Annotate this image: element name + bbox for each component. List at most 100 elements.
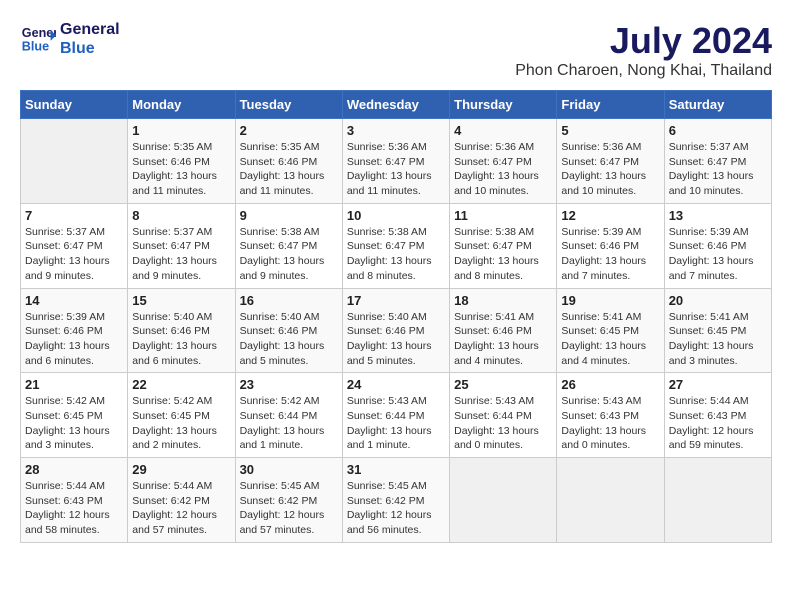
- day-number: 22: [132, 377, 230, 392]
- title-section: July 2024 Phon Charoen, Nong Khai, Thail…: [515, 20, 772, 80]
- weekday-header: Tuesday: [235, 91, 342, 119]
- day-number: 14: [25, 293, 123, 308]
- calendar-cell: 27 Sunrise: 5:44 AMSunset: 6:43 PMDayligh…: [664, 373, 771, 458]
- calendar-cell: 21 Sunrise: 5:42 AMSunset: 6:45 PMDayligh…: [21, 373, 128, 458]
- calendar-cell: 30 Sunrise: 5:45 AMSunset: 6:42 PMDayligh…: [235, 458, 342, 543]
- day-info: Sunrise: 5:36 AMSunset: 6:47 PMDaylight:…: [454, 140, 552, 199]
- calendar-cell: 20 Sunrise: 5:41 AMSunset: 6:45 PMDayligh…: [664, 288, 771, 373]
- day-info: Sunrise: 5:40 AMSunset: 6:46 PMDaylight:…: [240, 310, 338, 369]
- calendar-week-row: 14 Sunrise: 5:39 AMSunset: 6:46 PMDayligh…: [21, 288, 772, 373]
- day-number: 12: [561, 208, 659, 223]
- calendar-cell: 4 Sunrise: 5:36 AMSunset: 6:47 PMDaylight…: [450, 119, 557, 204]
- day-info: Sunrise: 5:37 AMSunset: 6:47 PMDaylight:…: [25, 225, 123, 284]
- day-number: 20: [669, 293, 767, 308]
- logo-blue: Blue: [60, 39, 120, 58]
- calendar-cell: 26 Sunrise: 5:43 AMSunset: 6:43 PMDayligh…: [557, 373, 664, 458]
- weekday-header: Monday: [128, 91, 235, 119]
- calendar-table: SundayMondayTuesdayWednesdayThursdayFrid…: [20, 90, 772, 543]
- logo-icon: General Blue: [20, 21, 56, 57]
- calendar-cell: 5 Sunrise: 5:36 AMSunset: 6:47 PMDaylight…: [557, 119, 664, 204]
- day-number: 3: [347, 123, 445, 138]
- day-info: Sunrise: 5:42 AMSunset: 6:45 PMDaylight:…: [132, 394, 230, 453]
- calendar-week-row: 21 Sunrise: 5:42 AMSunset: 6:45 PMDayligh…: [21, 373, 772, 458]
- day-info: Sunrise: 5:35 AMSunset: 6:46 PMDaylight:…: [240, 140, 338, 199]
- day-info: Sunrise: 5:39 AMSunset: 6:46 PMDaylight:…: [561, 225, 659, 284]
- calendar-cell: [664, 458, 771, 543]
- calendar-cell: 12 Sunrise: 5:39 AMSunset: 6:46 PMDayligh…: [557, 203, 664, 288]
- day-number: 25: [454, 377, 552, 392]
- svg-text:Blue: Blue: [22, 40, 49, 54]
- day-info: Sunrise: 5:42 AMSunset: 6:44 PMDaylight:…: [240, 394, 338, 453]
- day-number: 30: [240, 462, 338, 477]
- day-info: Sunrise: 5:44 AMSunset: 6:43 PMDaylight:…: [25, 479, 123, 538]
- day-number: 13: [669, 208, 767, 223]
- day-number: 7: [25, 208, 123, 223]
- month-title: July 2024: [515, 20, 772, 62]
- calendar-cell: 10 Sunrise: 5:38 AMSunset: 6:47 PMDayligh…: [342, 203, 449, 288]
- day-info: Sunrise: 5:37 AMSunset: 6:47 PMDaylight:…: [669, 140, 767, 199]
- day-number: 15: [132, 293, 230, 308]
- calendar-cell: 28 Sunrise: 5:44 AMSunset: 6:43 PMDayligh…: [21, 458, 128, 543]
- day-info: Sunrise: 5:38 AMSunset: 6:47 PMDaylight:…: [454, 225, 552, 284]
- day-number: 31: [347, 462, 445, 477]
- day-number: 2: [240, 123, 338, 138]
- calendar-cell: 1Sunrise: 5:35 AMSunset: 6:46 PMDaylight…: [128, 119, 235, 204]
- day-number: 29: [132, 462, 230, 477]
- day-info: Sunrise: 5:39 AMSunset: 6:46 PMDaylight:…: [669, 225, 767, 284]
- calendar-cell: 6Sunrise: 5:37 AMSunset: 6:47 PMDaylight…: [664, 119, 771, 204]
- calendar-week-row: 28 Sunrise: 5:44 AMSunset: 6:43 PMDayligh…: [21, 458, 772, 543]
- weekday-header: Wednesday: [342, 91, 449, 119]
- day-info: Sunrise: 5:43 AMSunset: 6:43 PMDaylight:…: [561, 394, 659, 453]
- day-info: Sunrise: 5:38 AMSunset: 6:47 PMDaylight:…: [347, 225, 445, 284]
- day-number: 10: [347, 208, 445, 223]
- day-number: 24: [347, 377, 445, 392]
- calendar-cell: 31 Sunrise: 5:45 AMSunset: 6:42 PMDayligh…: [342, 458, 449, 543]
- day-info: Sunrise: 5:39 AMSunset: 6:46 PMDaylight:…: [25, 310, 123, 369]
- day-info: Sunrise: 5:44 AMSunset: 6:43 PMDaylight:…: [669, 394, 767, 453]
- day-info: Sunrise: 5:41 AMSunset: 6:45 PMDaylight:…: [669, 310, 767, 369]
- day-info: Sunrise: 5:42 AMSunset: 6:45 PMDaylight:…: [25, 394, 123, 453]
- day-number: 26: [561, 377, 659, 392]
- calendar-cell: [21, 119, 128, 204]
- calendar-cell: 11 Sunrise: 5:38 AMSunset: 6:47 PMDayligh…: [450, 203, 557, 288]
- calendar-cell: 14 Sunrise: 5:39 AMSunset: 6:46 PMDayligh…: [21, 288, 128, 373]
- day-number: 27: [669, 377, 767, 392]
- calendar-cell: 8Sunrise: 5:37 AMSunset: 6:47 PMDaylight…: [128, 203, 235, 288]
- day-info: Sunrise: 5:40 AMSunset: 6:46 PMDaylight:…: [132, 310, 230, 369]
- day-info: Sunrise: 5:45 AMSunset: 6:42 PMDaylight:…: [347, 479, 445, 538]
- calendar-cell: 19Sunrise: 5:41 AMSunset: 6:45 PMDayligh…: [557, 288, 664, 373]
- calendar-body: 1 Sunrise: 5:35 AMSunset: 6:46 PMDaylight…: [21, 119, 772, 543]
- day-info: Sunrise: 5:41 AMSunset: 6:45 PMDaylight:…: [561, 310, 659, 369]
- day-number: 28: [25, 462, 123, 477]
- day-number: 21: [25, 377, 123, 392]
- day-number: 5: [561, 123, 659, 138]
- page-header: General Blue General Blue July 2024 Phon…: [20, 20, 772, 80]
- day-number: 23: [240, 377, 338, 392]
- day-info: Sunrise: 5:43 AMSunset: 6:44 PMDaylight:…: [454, 394, 552, 453]
- calendar-cell: 13 Sunrise: 5:39 AMSunset: 6:46 PMDayligh…: [664, 203, 771, 288]
- weekday-header: Sunday: [21, 91, 128, 119]
- day-number: 8: [132, 208, 230, 223]
- calendar-cell: 25 Sunrise: 5:43 AMSunset: 6:44 PMDayligh…: [450, 373, 557, 458]
- day-number: 11: [454, 208, 552, 223]
- logo-general: General: [60, 20, 120, 39]
- day-number: 1: [132, 123, 230, 138]
- logo: General Blue General Blue: [20, 20, 120, 58]
- calendar-week-row: 1 Sunrise: 5:35 AMSunset: 6:46 PMDaylight…: [21, 119, 772, 204]
- day-info: Sunrise: 5:38 AMSunset: 6:47 PMDaylight:…: [240, 225, 338, 284]
- weekday-header: Friday: [557, 91, 664, 119]
- day-info: Sunrise: 5:36 AMSunset: 6:47 PMDaylight:…: [561, 140, 659, 199]
- day-info: Sunrise: 5:40 AMSunset: 6:46 PMDaylight:…: [347, 310, 445, 369]
- calendar-cell: 29Sunrise: 5:44 AMSunset: 6:42 PMDayligh…: [128, 458, 235, 543]
- day-info: Sunrise: 5:41 AMSunset: 6:46 PMDaylight:…: [454, 310, 552, 369]
- calendar-cell: 9Sunrise: 5:38 AMSunset: 6:47 PMDaylight…: [235, 203, 342, 288]
- calendar-cell: 15 Sunrise: 5:40 AMSunset: 6:46 PMDayligh…: [128, 288, 235, 373]
- calendar-cell: [557, 458, 664, 543]
- day-info: Sunrise: 5:45 AMSunset: 6:42 PMDaylight:…: [240, 479, 338, 538]
- calendar-cell: 18Sunrise: 5:41 AMSunset: 6:46 PMDayligh…: [450, 288, 557, 373]
- weekday-header: Saturday: [664, 91, 771, 119]
- day-number: 17: [347, 293, 445, 308]
- day-number: 4: [454, 123, 552, 138]
- calendar-cell: 23 Sunrise: 5:42 AMSunset: 6:44 PMDayligh…: [235, 373, 342, 458]
- calendar-cell: 22 Sunrise: 5:42 AMSunset: 6:45 PMDayligh…: [128, 373, 235, 458]
